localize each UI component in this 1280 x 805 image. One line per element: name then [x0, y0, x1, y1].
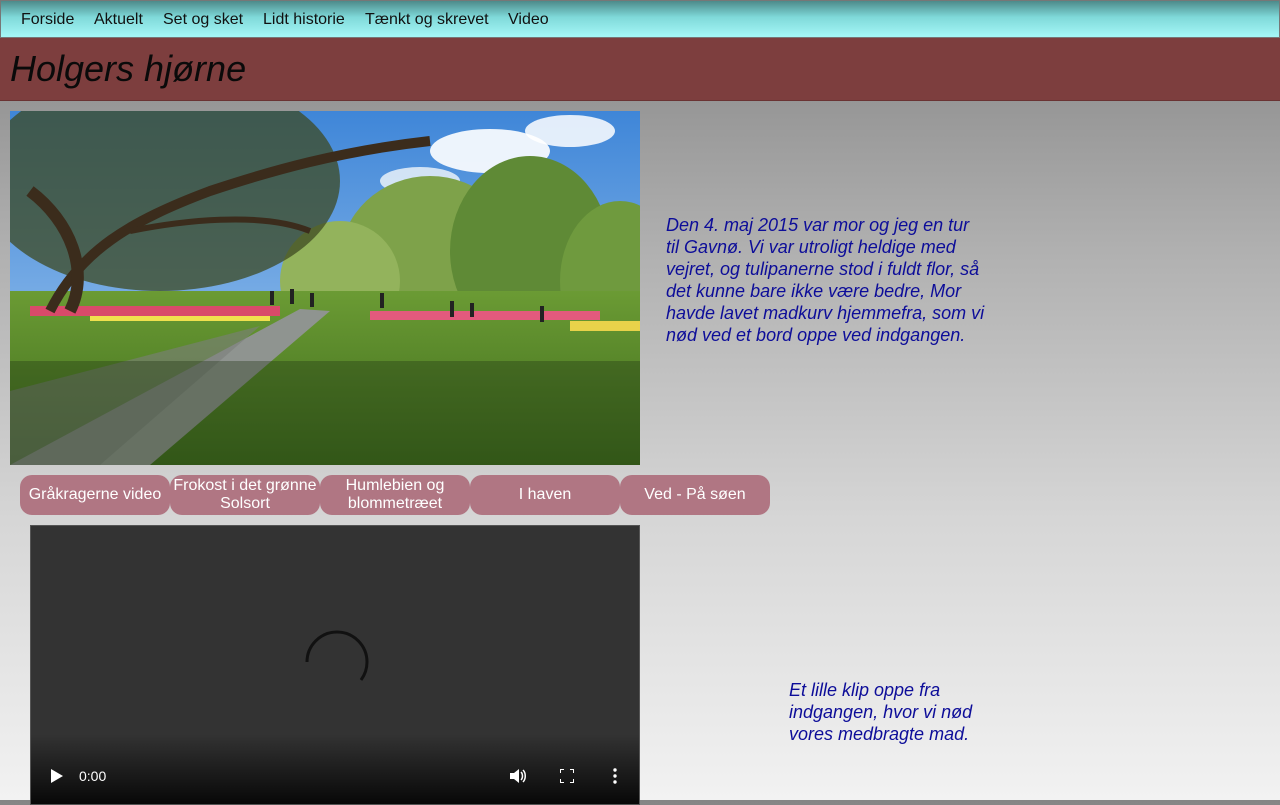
garden-photo: [10, 111, 640, 465]
loading-spinner-icon: [305, 630, 369, 681]
site-title: Holgers hjørne: [10, 48, 247, 89]
play-icon[interactable]: [51, 769, 63, 783]
video-button-i-haven[interactable]: I haven: [470, 475, 620, 515]
nav-item-lidt-historie[interactable]: Lidt historie: [263, 11, 345, 29]
nav-item-aktuelt[interactable]: Aktuelt: [94, 11, 143, 29]
nav-item-video[interactable]: Video: [508, 11, 549, 29]
video-button-graakragerne[interactable]: Gråkragerne video: [20, 475, 170, 515]
video-caption: Et lille klip oppe fra indgangen, hvor v…: [789, 680, 973, 744]
volume-icon[interactable]: [510, 768, 528, 784]
nav-item-taenkt-og-skrevet[interactable]: Tænkt og skrevet: [365, 11, 489, 29]
video-controls-background: [31, 734, 639, 804]
intro-paragraph: Den 4. maj 2015 var mor og jeg en tur ti…: [666, 215, 985, 345]
video-time: 0:00: [79, 768, 107, 784]
video-button-ved-paa-soeen[interactable]: Ved - På søen: [620, 475, 770, 515]
video-button-humlebien[interactable]: Humlebien og blommetræet: [320, 475, 470, 515]
site-header: Holgers hjørne: [0, 38, 1280, 101]
nav-item-set-og-sket[interactable]: Set og sket: [163, 11, 243, 29]
video-player[interactable]: 0:00: [30, 525, 640, 805]
fullscreen-icon[interactable]: [560, 769, 574, 783]
nav-item-forside[interactable]: Forside: [21, 11, 74, 29]
video-button-frokost-solsort[interactable]: Frokost i det grønne Solsort: [170, 475, 320, 515]
top-navigation: Forside Aktuelt Set og sket Lidt histori…: [0, 0, 1280, 38]
more-options-icon[interactable]: [612, 768, 618, 784]
garden-photo-illustration: [10, 111, 640, 465]
